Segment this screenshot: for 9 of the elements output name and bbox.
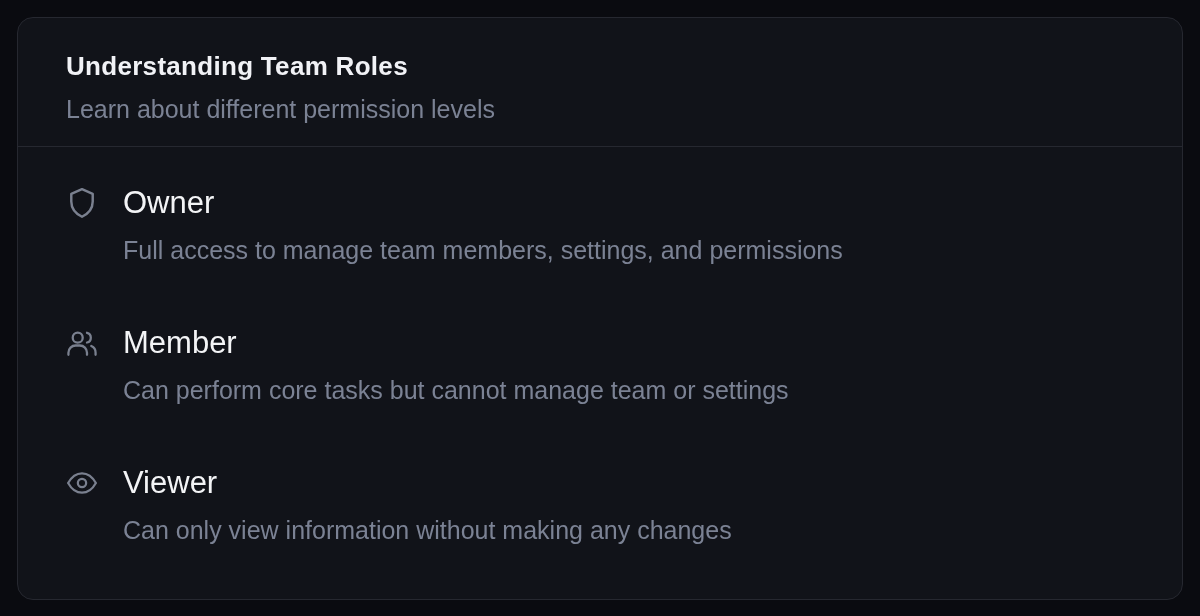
role-name: Viewer	[123, 465, 219, 501]
shield-icon	[67, 188, 97, 218]
role-description: Can perform core tasks but cannot manage team or settings	[123, 375, 789, 406]
role-name: Member	[123, 325, 238, 361]
role-description: Full access to manage team members, settings, and permissions	[123, 235, 843, 266]
role-description: Can only view information without making any changes	[123, 515, 732, 546]
role-name: Owner	[123, 185, 216, 221]
card-subtitle: Learn about different permission levels	[66, 94, 496, 125]
card-title: Understanding Team Roles	[66, 50, 409, 82]
